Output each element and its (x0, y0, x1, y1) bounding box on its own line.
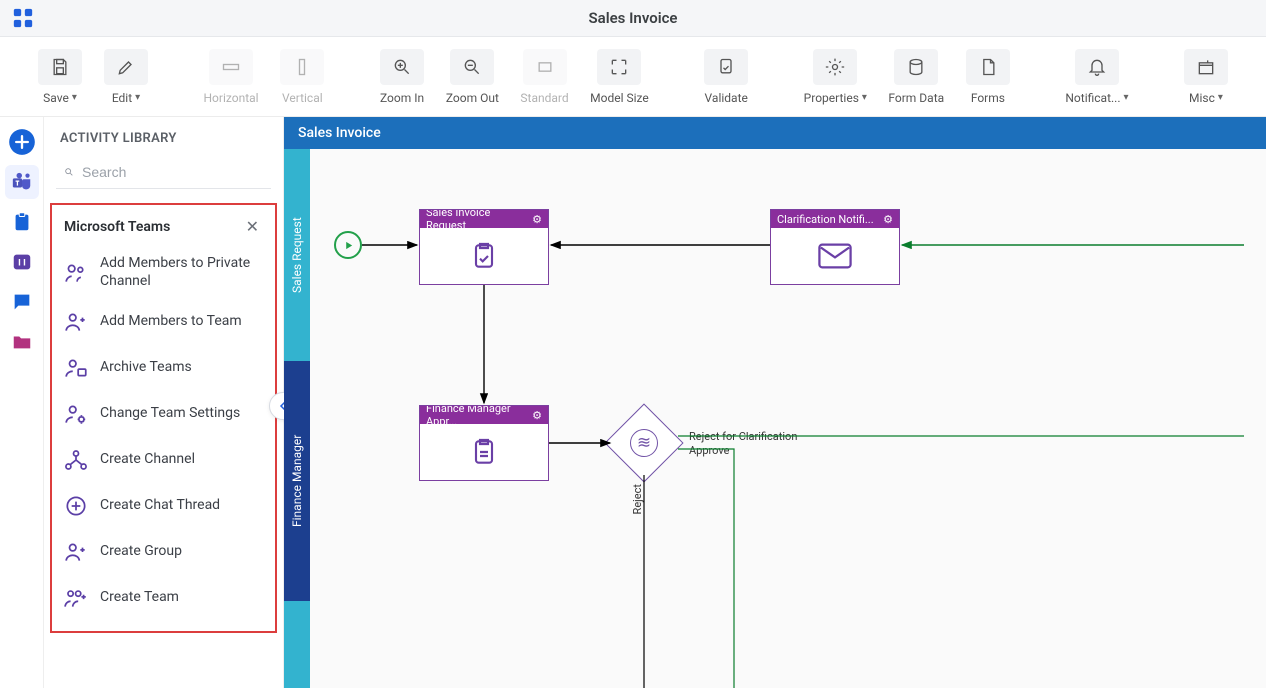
activity-caption: Clarification Notifi... (777, 213, 874, 226)
search-icon (64, 163, 74, 181)
edit-button[interactable]: Edit▾ (96, 43, 156, 111)
activity-label: Change Team Settings (100, 405, 240, 423)
chat-plus-icon (62, 492, 90, 520)
gateway-decision[interactable]: ≋ (604, 403, 683, 482)
zoom-out-label: Zoom Out (446, 91, 499, 105)
flow-label-reject-clarification: Reject for Clarification (689, 430, 797, 443)
flow-label-approve: Approve (689, 444, 729, 457)
toolbar: Save▾ Edit▾ Horizontal Vertical Zoom In … (0, 37, 1266, 117)
model-size-label: Model Size (590, 91, 649, 105)
activity-caption: Sales Invoice Request (426, 210, 532, 228)
activity-label: Create Group (100, 543, 182, 561)
form-data-label: Form Data (888, 91, 944, 105)
model-size-button[interactable]: Model Size (582, 43, 656, 111)
lane-label-finance-manager: Finance Manager (284, 361, 310, 601)
swimlane-pool-title: Sales Invoice (284, 117, 1266, 149)
svg-text:I I: I I (18, 259, 26, 269)
library-title: ACTIVITY LIBRARY (44, 117, 283, 156)
validate-label: Validate (705, 91, 748, 105)
horizontal-button: Horizontal (196, 43, 267, 111)
notifications-button[interactable]: Notificat...▾ (1058, 43, 1137, 111)
left-rail: I I (0, 117, 44, 688)
group-plus-icon (62, 538, 90, 566)
forms-label: Forms (971, 91, 1005, 105)
activity-create-team[interactable]: Create Team (58, 575, 269, 621)
misc-label: Misc (1189, 91, 1215, 105)
activity-change-team-settings[interactable]: Change Team Settings (58, 391, 269, 437)
forms-button[interactable]: Forms (958, 43, 1018, 111)
search-input[interactable] (82, 164, 263, 180)
teams-group-name: Microsoft Teams (64, 219, 170, 235)
apps-launcher-button[interactable] (6, 1, 40, 35)
activity-label: Create Chat Thread (100, 497, 220, 515)
horizontal-label: Horizontal (203, 91, 258, 105)
activity-label: Create Team (100, 589, 179, 607)
zoom-in-button[interactable]: Zoom In (372, 43, 432, 111)
standard-label: Standard (520, 91, 568, 105)
main-area: I I ACTIVITY LIBRARY Microsoft Teams ✕ A… (0, 117, 1266, 688)
teams-group-highlight: Microsoft Teams ✕ Add Members to Private… (50, 203, 277, 633)
chevron-down-icon: ▾ (1123, 92, 1128, 103)
activity-create-chat-thread[interactable]: Create Chat Thread (58, 483, 269, 529)
people-archive-icon (62, 354, 90, 382)
edit-label: Edit (112, 91, 132, 105)
people-icon (62, 259, 90, 287)
lane-label-3 (284, 601, 310, 688)
channel-icon (62, 446, 90, 474)
activity-label: Create Channel (100, 451, 195, 469)
save-label: Save (43, 91, 69, 105)
chevron-down-icon: ▾ (135, 92, 140, 103)
activity-finance-manager-approval[interactable]: Finance Manager Appr...⚙ (419, 405, 549, 481)
gear-icon[interactable]: ⚙ (532, 409, 542, 422)
workflow-canvas[interactable]: Sales Invoice Sales Request Finance Mana… (284, 117, 1266, 688)
activity-label: Add Members to Private Channel (100, 255, 265, 290)
activity-archive-teams[interactable]: Archive Teams (58, 345, 269, 391)
gear-icon[interactable]: ⚙ (532, 213, 542, 226)
start-event[interactable] (334, 231, 362, 259)
rail-chat-button[interactable] (5, 285, 39, 319)
save-button[interactable]: Save▾ (30, 43, 90, 111)
rail-folder-button[interactable] (5, 325, 39, 359)
rail-clipboard-button[interactable] (5, 205, 39, 239)
vertical-label: Vertical (282, 91, 323, 105)
activity-sales-invoice-request[interactable]: Sales Invoice Request⚙ (419, 209, 549, 285)
close-icon[interactable]: ✕ (242, 215, 263, 238)
library-search[interactable] (56, 156, 271, 189)
lane-label-sales-request: Sales Request (284, 149, 310, 361)
app-header: Sales Invoice (0, 0, 1266, 37)
activity-create-group[interactable]: Create Group (58, 529, 269, 575)
activity-library-panel: ACTIVITY LIBRARY Microsoft Teams ✕ Add M… (44, 117, 284, 688)
activity-create-channel[interactable]: Create Channel (58, 437, 269, 483)
zoom-in-label: Zoom In (380, 91, 424, 105)
activity-add-members-private-channel[interactable]: Add Members to Private Channel (58, 246, 269, 299)
activity-add-members-team[interactable]: Add Members to Team (58, 299, 269, 345)
gear-icon[interactable]: ⚙ (883, 213, 893, 226)
activity-label: Add Members to Team (100, 313, 242, 331)
team-plus-icon (62, 584, 90, 612)
vertical-button: Vertical (272, 43, 332, 111)
flow-label-reject: Reject (631, 484, 644, 514)
validate-button[interactable]: Validate (696, 43, 756, 111)
misc-button[interactable]: Misc▾ (1176, 43, 1236, 111)
rail-variables-button[interactable]: I I (5, 245, 39, 279)
activity-caption: Finance Manager Appr... (426, 406, 532, 424)
activity-clarification-notification[interactable]: Clarification Notifi... ⚙ (770, 209, 900, 285)
properties-button[interactable]: Properties▾ (796, 43, 875, 111)
rail-teams-button[interactable] (5, 165, 39, 199)
chevron-down-icon: ▾ (72, 92, 77, 103)
people-plus-icon (62, 308, 90, 336)
zoom-out-button[interactable]: Zoom Out (438, 43, 507, 111)
chevron-down-icon: ▾ (1218, 92, 1223, 103)
page-title: Sales Invoice (589, 9, 678, 27)
chevron-down-icon: ▾ (862, 92, 867, 103)
people-gear-icon (62, 400, 90, 428)
form-data-button[interactable]: Form Data (881, 43, 952, 111)
properties-label: Properties (804, 91, 859, 105)
standard-button: Standard (513, 43, 577, 111)
notifications-label: Notificat... (1065, 91, 1120, 105)
activity-label: Archive Teams (100, 359, 192, 377)
rail-add-button[interactable] (5, 125, 39, 159)
